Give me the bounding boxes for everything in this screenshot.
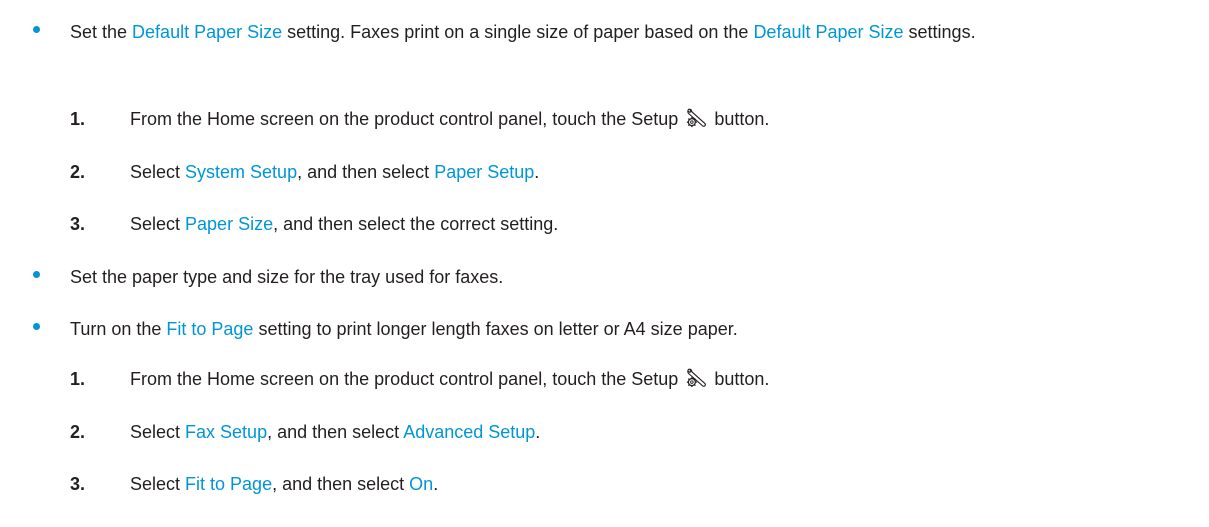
step-text: Select Fit to Page, and then select On. [130, 472, 438, 496]
text-segment: . [535, 422, 541, 442]
setup-wrench-gear-icon [685, 367, 707, 389]
text-segment: Select [130, 474, 186, 494]
step-number: 2. [70, 162, 86, 182]
step-number: 3. [70, 474, 86, 494]
step-number: 1. [70, 369, 86, 389]
text-segment: button. [709, 369, 770, 389]
menu-reference-link[interactable]: Paper Size [185, 214, 273, 234]
menu-reference-link[interactable]: Fit to Page [185, 474, 272, 494]
step-text: Select Fax Setup, and then select Advanc… [130, 420, 540, 444]
text-segment: From the Home screen on the product cont… [130, 369, 684, 389]
menu-reference-link[interactable]: Fit to Page [166, 319, 253, 339]
bullet-dot [33, 271, 40, 278]
bullet-dot [33, 26, 40, 33]
menu-reference-link[interactable]: Default Paper Size [132, 22, 282, 42]
text-segment: , and then select [272, 474, 410, 494]
menu-reference-link[interactable]: Advanced Setup [403, 422, 535, 442]
text-segment: settings. [903, 22, 976, 42]
text-segment: Select [130, 422, 186, 442]
text-segment: , and then select [267, 422, 404, 442]
text-segment: Set the paper type and size for the tray… [70, 267, 504, 287]
step-number: 3. [70, 214, 86, 234]
text-segment: Set the [70, 22, 133, 42]
text-segment: setting. Faxes print on a single size of… [282, 22, 754, 42]
menu-reference-link[interactable]: Fax Setup [185, 422, 267, 442]
bullet-text: Set the paper type and size for the tray… [70, 263, 1200, 291]
step-text: From the Home screen on the product cont… [130, 367, 769, 391]
text-segment: . [534, 162, 540, 182]
bullet-text: Turn on the Fit to Page setting to print… [70, 315, 1200, 343]
text-segment: Select [130, 162, 186, 182]
setup-wrench-gear-icon [685, 107, 707, 129]
menu-reference-link[interactable]: Default Paper Size [753, 22, 903, 42]
text-segment: button. [709, 109, 770, 129]
menu-reference-link[interactable]: Paper Setup [434, 162, 534, 182]
text-segment: , and then select [297, 162, 435, 182]
step-text: From the Home screen on the product cont… [130, 107, 769, 131]
step-number: 1. [70, 109, 86, 129]
menu-reference-link[interactable]: System Setup [185, 162, 297, 182]
text-segment: . [433, 474, 439, 494]
text-segment: Select [130, 214, 186, 234]
text-segment: From the Home screen on the product cont… [130, 109, 684, 129]
step-number: 2. [70, 422, 86, 442]
fax-paper-settings-document: Set the Default Paper Size setting. Faxe… [0, 0, 1209, 527]
text-segment: setting to print longer length faxes on … [253, 319, 738, 339]
bullet-text: Set the Default Paper Size setting. Faxe… [70, 18, 1200, 46]
step-text: Select System Setup, and then select Pap… [130, 160, 539, 184]
menu-reference-link[interactable]: On [409, 474, 433, 494]
bullet-dot [33, 323, 40, 330]
text-segment: Turn on the [70, 319, 167, 339]
text-segment: , and then select the correct setting. [273, 214, 559, 234]
step-text: Select Paper Size, and then select the c… [130, 212, 558, 236]
